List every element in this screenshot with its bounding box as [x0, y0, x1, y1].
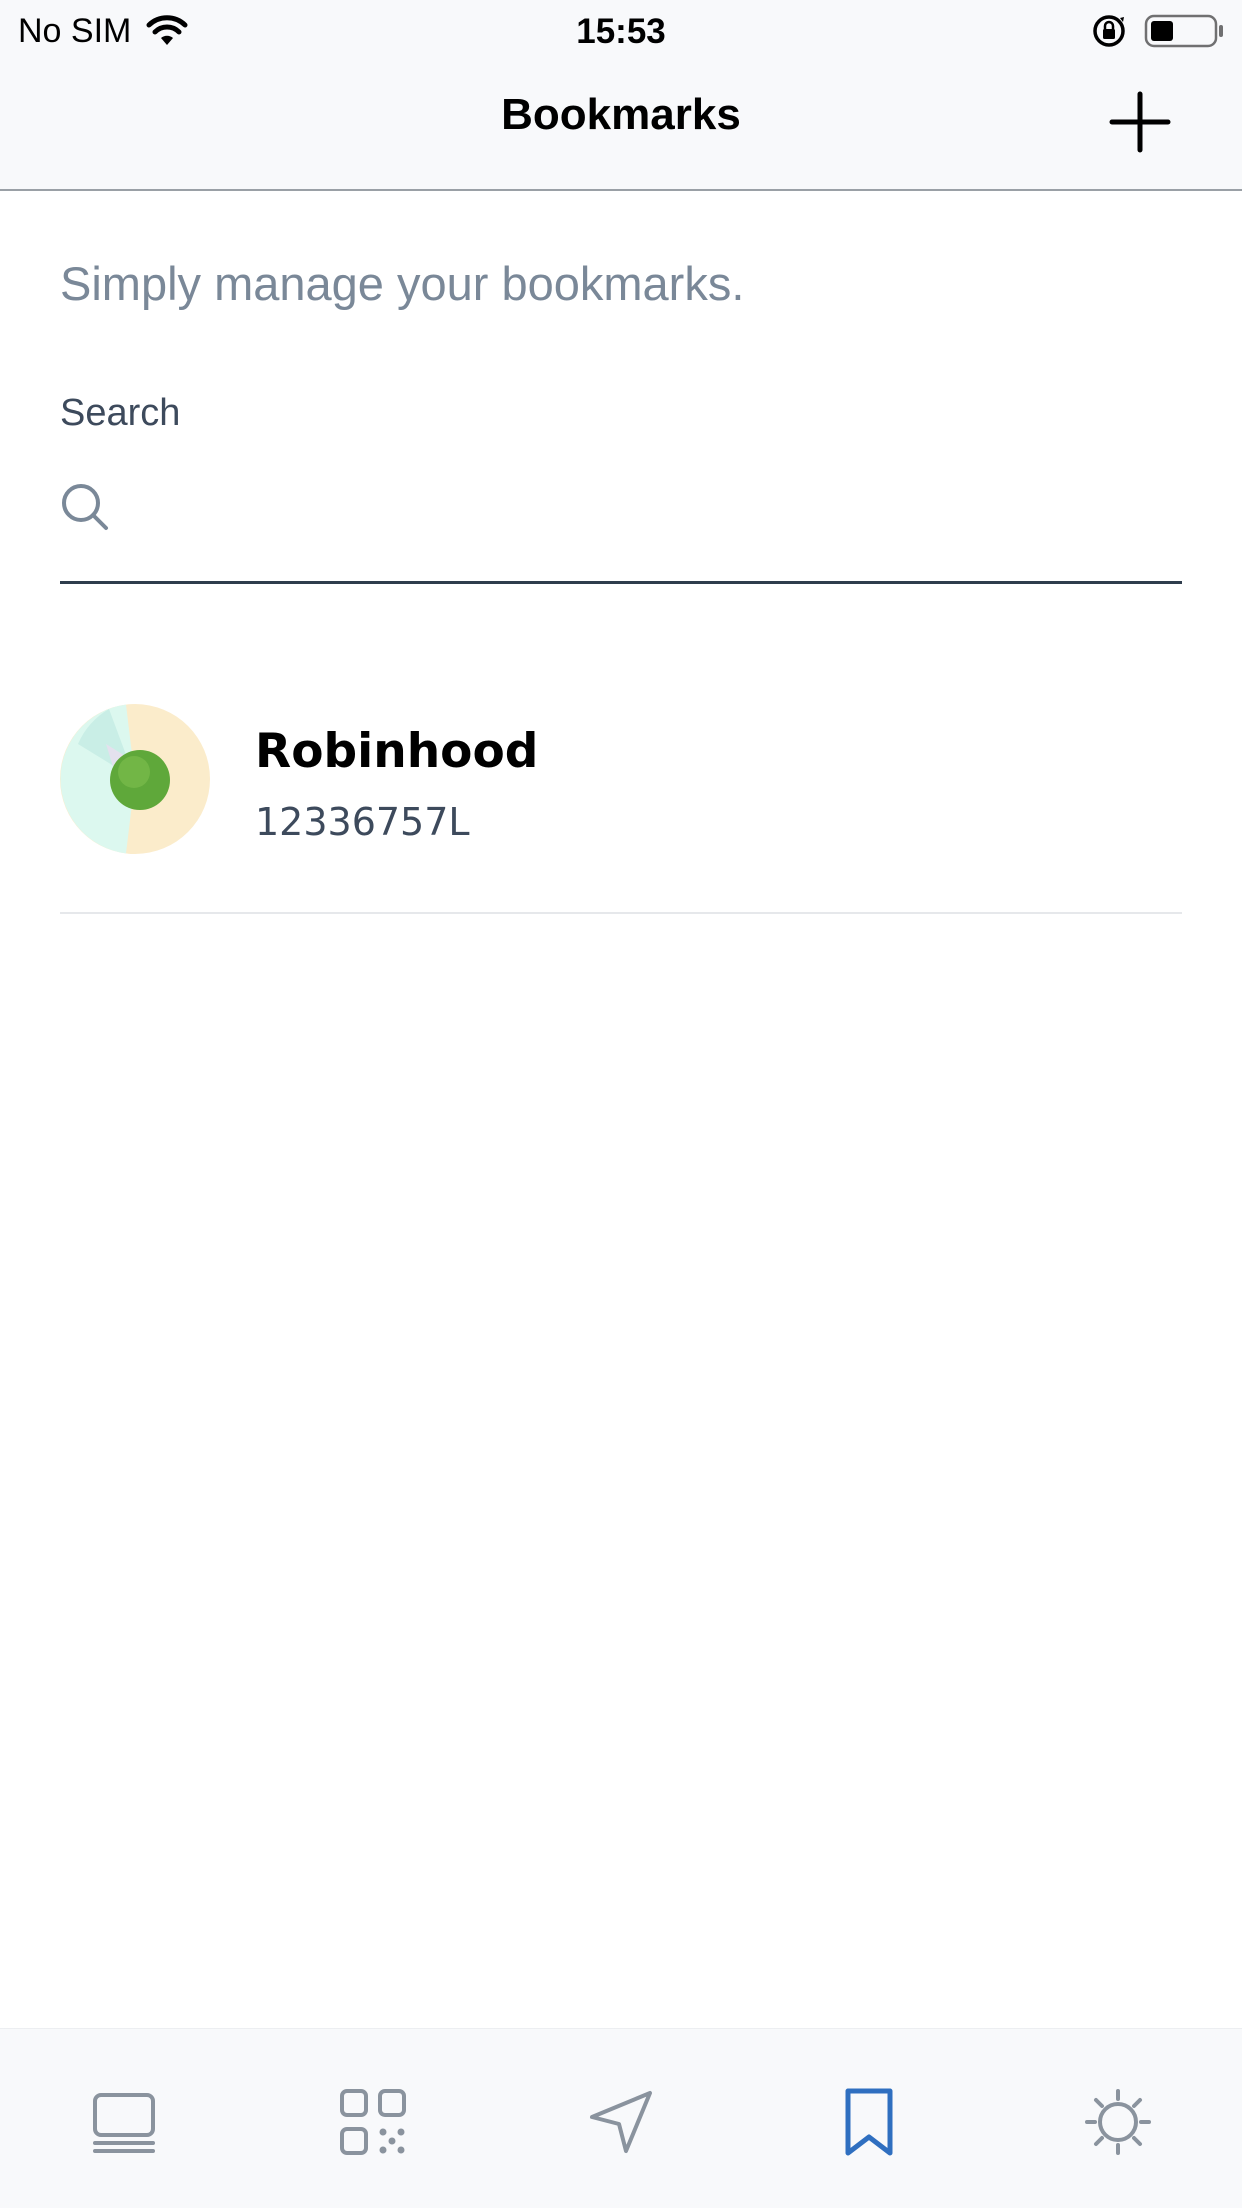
page-title: Bookmarks	[501, 90, 741, 139]
bookmark-list-item[interactable]: Robinhood 12336757L	[60, 686, 1182, 914]
bookmark-id: 12336757L	[255, 800, 470, 844]
send-icon	[590, 2091, 652, 2153]
tab-wallet[interactable]	[89, 2087, 159, 2157]
battery-icon	[1144, 14, 1223, 48]
wallet-icon	[93, 2093, 155, 2153]
bookmark-name: Robinhood	[255, 724, 539, 779]
search-field[interactable]	[60, 470, 1182, 584]
search-label: Search	[60, 392, 181, 434]
clock: 15:53	[576, 12, 666, 51]
settings-icon	[1085, 2089, 1151, 2155]
page-subtitle: Simply manage your bookmarks.	[60, 257, 745, 310]
rotation-lock-icon	[1093, 15, 1125, 47]
avatar	[60, 704, 210, 854]
search-icon	[62, 484, 108, 530]
tab-settings[interactable]	[1083, 2087, 1153, 2157]
status-bar: No SIM 15:53	[0, 0, 1242, 60]
add-bookmark-button[interactable]	[1108, 90, 1172, 154]
qr-code-icon	[340, 2089, 406, 2155]
search-input[interactable]	[130, 476, 1170, 536]
bookmark-icon	[845, 2088, 893, 2156]
tab-bar	[0, 2028, 1242, 2208]
tab-bookmarks[interactable]	[834, 2087, 904, 2157]
tab-qr-code[interactable]	[338, 2087, 408, 2157]
navigation-bar: Bookmarks	[0, 60, 1242, 191]
tab-send[interactable]	[586, 2087, 656, 2157]
